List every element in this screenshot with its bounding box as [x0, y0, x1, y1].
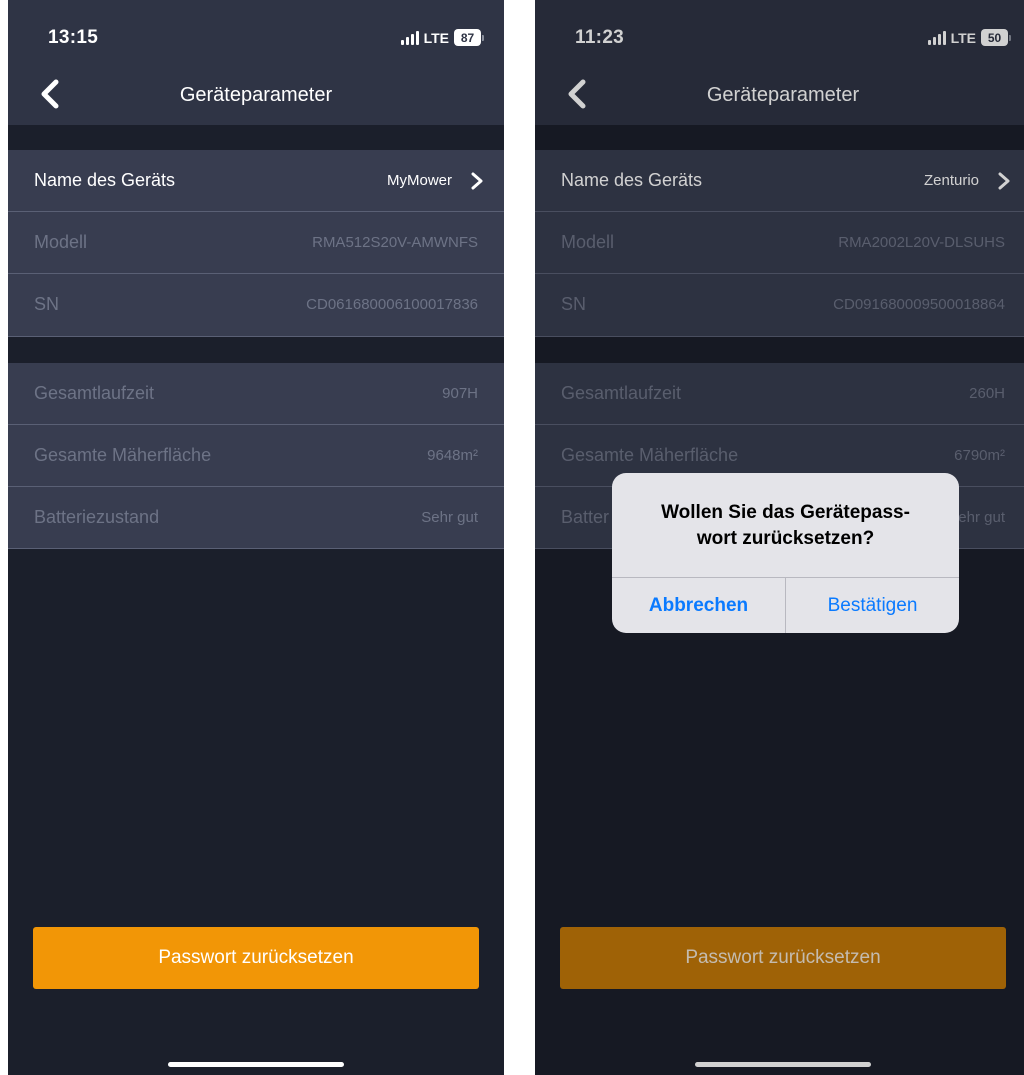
alert-title-line: wort zurücksetzen? — [696, 528, 875, 549]
row-label: SN — [34, 294, 60, 314]
row-battery-condition: Batteriezustand Sehr gut — [8, 487, 504, 549]
confirm-button[interactable]: Bestätigen — [786, 578, 959, 633]
device-parameters-screen-right: 11:23 LTE 50 Geräteparameter Name des Ge… — [535, 0, 1024, 1075]
cellular-signal-icon — [400, 30, 419, 45]
home-indicator[interactable] — [168, 1062, 344, 1067]
row-value: Sehr gut — [421, 509, 478, 526]
row-label: Modell — [34, 232, 88, 252]
row-total-runtime: Gesamtlaufzeit 907H — [8, 363, 504, 425]
cancel-button[interactable]: Abbrechen — [612, 578, 786, 633]
battery-icon: 87 — [454, 29, 484, 46]
row-label: Batteriezustand — [34, 507, 160, 527]
navigation-bar: Geräteparameter — [8, 62, 504, 125]
row-value: RMA512S20V-AMWNFS — [312, 234, 478, 251]
row-value: MyMower — [386, 172, 452, 189]
reset-password-button[interactable]: Passwort zurücksetzen — [33, 927, 479, 989]
chevron-right-icon — [471, 172, 483, 190]
status-indicators: LTE 87 — [400, 29, 484, 46]
device-parameters-screen-left: 13:15 LTE 87 Geräteparameter Name des Ge… — [8, 0, 504, 1075]
alert-button-row: Abbrechen Bestätigen — [612, 577, 959, 633]
row-value: 907H — [442, 385, 478, 402]
reset-password-alert: Wollen Sie das Gerätepass- wort zurückse… — [612, 473, 959, 633]
alert-title: Wollen Sie das Gerätepass- wort zurückse… — [632, 500, 939, 552]
row-model: Modell RMA512S20V-AMWNFS — [8, 212, 504, 274]
network-type: LTE — [423, 29, 449, 46]
row-device-name[interactable]: Name des Geräts MyMower — [8, 150, 504, 212]
alert-title-line: Wollen Sie das Gerätepass- — [661, 502, 910, 523]
row-value: 9648m² — [427, 447, 478, 464]
row-label: Name des Geräts — [34, 170, 176, 190]
row-label: Gesamtlaufzeit — [34, 383, 155, 403]
row-total-mowed-area: Gesamte Mäherfläche 9648m² — [8, 425, 504, 487]
battery-level: 87 — [454, 29, 481, 46]
page-title: Geräteparameter — [179, 84, 333, 106]
row-serial-number: SN CD061680006100017836 — [8, 274, 504, 337]
row-label: Gesamte Mäherfläche — [34, 445, 212, 465]
status-bar: 13:15 LTE 87 — [8, 0, 504, 62]
status-time: 13:15 — [48, 27, 99, 48]
row-value: CD061680006100017836 — [306, 296, 478, 313]
